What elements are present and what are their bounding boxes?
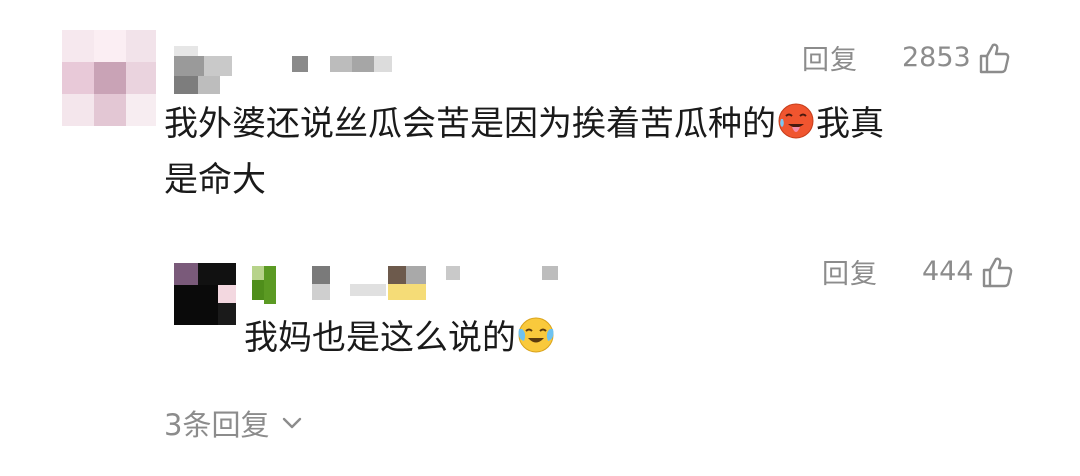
view-replies-button[interactable]: 3条回复 <box>164 402 303 444</box>
thumbs-up-icon[interactable] <box>977 41 1011 75</box>
replier-username[interactable] <box>250 262 610 304</box>
reply-button[interactable]: 回复 <box>802 38 858 77</box>
reply-text: 我妈也是这么说的 <box>244 310 844 366</box>
like-count: 2853 <box>902 42 971 73</box>
comment-actions: 回复 2853 <box>802 38 1011 77</box>
reply-button[interactable]: 回复 <box>822 252 878 291</box>
comment-text: 我外婆还说丝瓜会苦是因为挨着苦瓜种的 我真 是命大 <box>164 96 1044 208</box>
reply-actions: 回复 444 <box>822 252 1014 291</box>
replier-avatar[interactable] <box>174 263 236 325</box>
like-count: 444 <box>922 256 974 287</box>
face-with-tears-icon <box>518 317 554 353</box>
commenter-username[interactable] <box>170 40 400 96</box>
comment-line-1: 我外婆还说丝瓜会苦是因为挨着苦瓜种的 我真 <box>164 96 1044 152</box>
hot-face-icon <box>778 103 814 139</box>
comment-line-2: 是命大 <box>164 160 266 200</box>
thumbs-up-icon[interactable] <box>980 255 1014 289</box>
commenter-avatar[interactable] <box>62 30 156 126</box>
chevron-down-icon <box>283 417 302 429</box>
view-replies-label: 3条回复 <box>164 408 270 442</box>
